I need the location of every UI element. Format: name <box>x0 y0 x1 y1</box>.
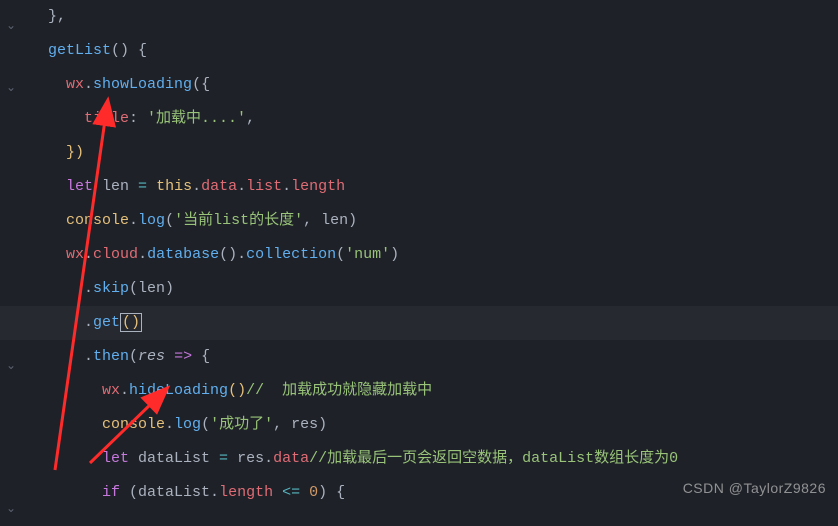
code-line[interactable]: .then(res => { <box>30 340 838 374</box>
code-line[interactable]: if (dataList.length <= 0) { <box>30 476 838 510</box>
code-line[interactable]: wx.hideLoading()// 加载成功就隐藏加载中 <box>30 374 838 408</box>
code-line[interactable]: let dataList = res.data//加载最后一页会返回空数据，da… <box>30 442 838 476</box>
chevron-down-icon[interactable]: ⌄ <box>6 492 16 526</box>
cursor-position: () <box>120 313 142 332</box>
code-editor[interactable]: ⌄ ⌄ ⌄ ⌄ }, getList() { wx.showLoading({ … <box>0 0 838 510</box>
code-line[interactable]: getList() { <box>30 34 838 68</box>
code-line[interactable]: }) <box>30 136 838 170</box>
comment: // 加载成功就隐藏加载中 <box>246 382 432 399</box>
function-name: getList <box>48 42 111 59</box>
code-line[interactable]: console.log('当前list的长度', len) <box>30 204 838 238</box>
code-line[interactable]: }, <box>30 0 838 34</box>
code-line[interactable]: wx.cloud.database().collection('num') <box>30 238 838 272</box>
code-line[interactable]: title: '加载中....', <box>30 102 838 136</box>
code-line[interactable]: wx.showLoading({ <box>30 68 838 102</box>
code-text: }, <box>30 8 66 25</box>
comment: //加载最后一页会返回空数据，dataList数组长度为0 <box>309 450 678 467</box>
chevron-down-icon[interactable]: ⌄ <box>6 349 16 383</box>
code-line-active[interactable]: .get() <box>0 306 838 340</box>
chevron-down-icon[interactable]: ⌄ <box>6 71 16 105</box>
code-line[interactable]: .skip(len) <box>30 272 838 306</box>
code-line[interactable]: let len = this.data.list.length <box>30 170 838 204</box>
gutter: ⌄ ⌄ ⌄ ⌄ <box>0 0 25 510</box>
chevron-down-icon[interactable]: ⌄ <box>6 9 16 43</box>
code-line[interactable]: console.log('成功了', res) <box>30 408 838 442</box>
